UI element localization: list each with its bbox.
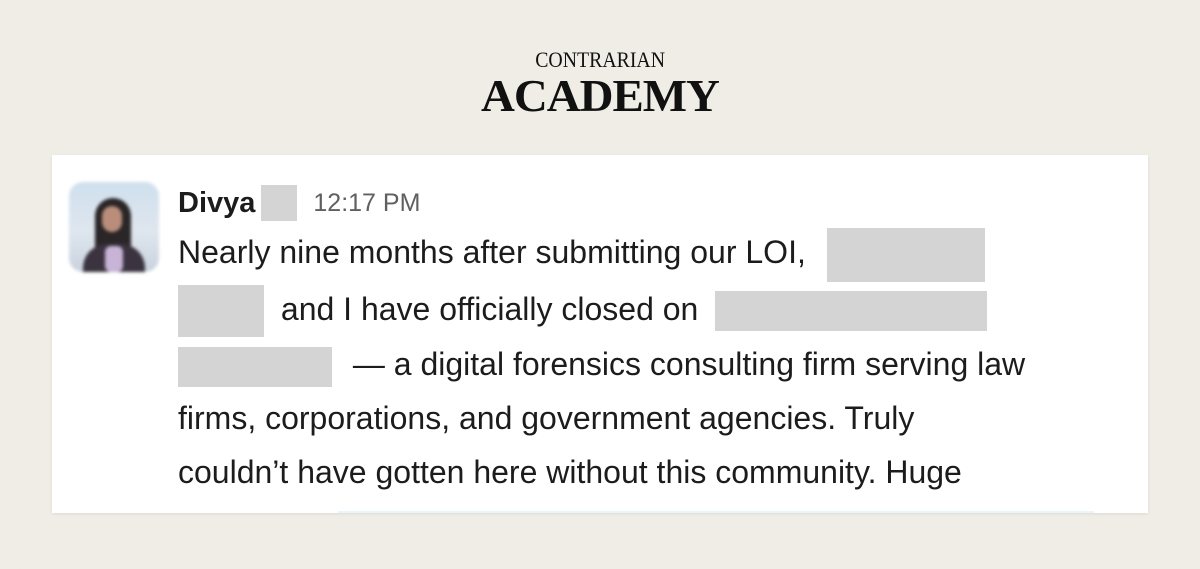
line-text: Nearly nine months after submitting our … xyxy=(178,234,806,270)
brand-top: CONTRARIAN xyxy=(535,47,665,72)
author-name[interactable]: Divya xyxy=(178,187,255,220)
message-body: Nearly nine months after submitting our … xyxy=(178,225,1108,513)
frame: CONTRARIAN ACADEMY Divya 12:17 PM Nearly… xyxy=(0,0,1200,569)
brand-logo: CONTRARIAN ACADEMY xyxy=(0,47,1200,121)
redacted-company xyxy=(715,291,988,332)
avatar[interactable] xyxy=(69,182,159,272)
message-line: — a digital forensics consulting firm se… xyxy=(178,337,1108,391)
line-text: firms, corporations, and government agen… xyxy=(178,400,915,437)
line-text: and I have officially closed on xyxy=(280,290,699,327)
message-header: Divya 12:17 PM xyxy=(178,183,1108,223)
redacted-company xyxy=(178,346,332,387)
message-line: and I have officially closed on xyxy=(178,282,1108,338)
line-text: — a digital forensics consulting firm se… xyxy=(352,346,1026,383)
line-text: couldn’t have gotten here without this c… xyxy=(178,454,962,491)
timestamp[interactable]: 12:17 PM xyxy=(313,189,420,218)
message-line: couldn’t have gotten here without this c… xyxy=(178,445,1108,499)
brand-main: ACADEMY xyxy=(481,70,720,121)
message-card: Divya 12:17 PM Nearly nine months after … xyxy=(52,155,1148,513)
message-line-cut xyxy=(178,499,1108,513)
message: Divya 12:17 PM Nearly nine months after … xyxy=(178,183,1108,513)
redacted-name xyxy=(826,227,985,282)
redacted-surname xyxy=(261,185,298,221)
message-line: firms, corporations, and government agen… xyxy=(178,391,1108,445)
redacted-name xyxy=(178,285,264,338)
message-line: Nearly nine months after submitting our … xyxy=(178,225,1108,282)
mention-chip[interactable] xyxy=(338,511,1094,513)
